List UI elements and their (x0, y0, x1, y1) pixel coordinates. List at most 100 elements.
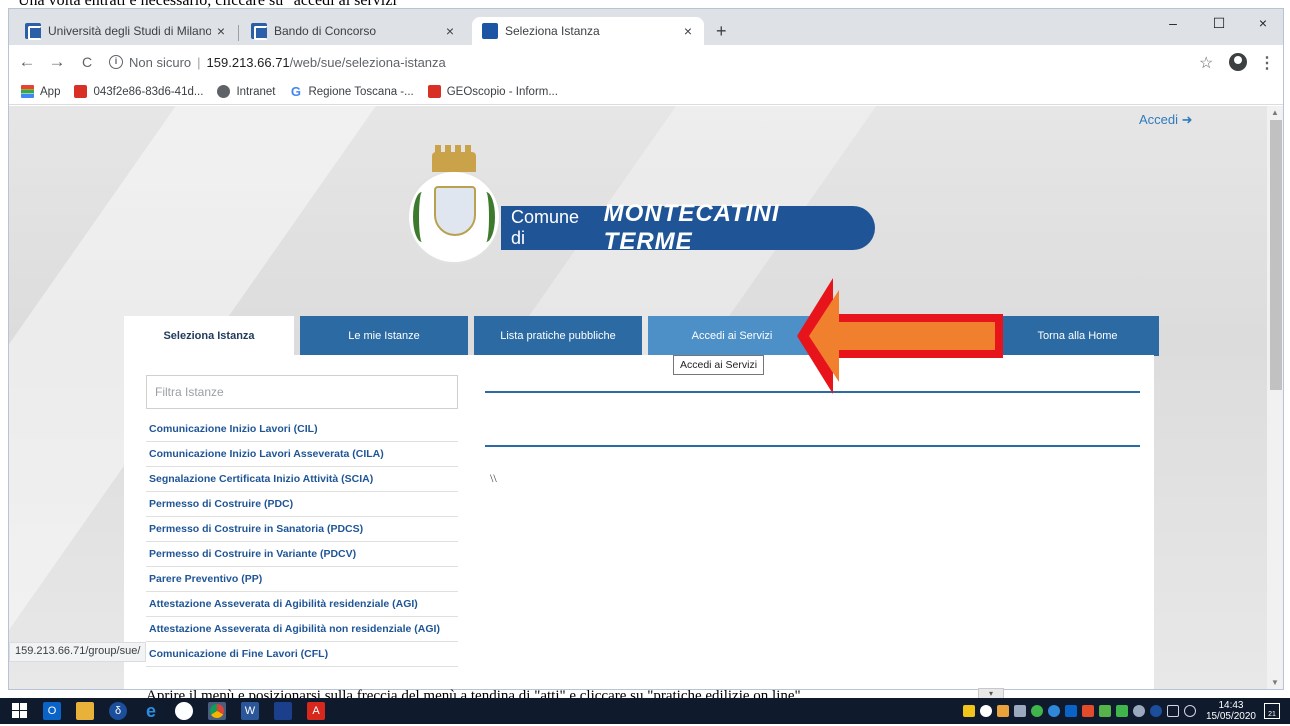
profile-avatar-icon[interactable] (1229, 53, 1247, 71)
bookmark-label: App (40, 85, 61, 98)
notification-count: 21 (1268, 711, 1276, 718)
bookmark-043f2e86[interactable]: 043f2e86-83d6-41d... (74, 85, 203, 98)
network-app-icon[interactable] (175, 702, 193, 720)
tab-unimi[interactable]: Università degli Studi di Milano: c × (15, 17, 237, 45)
minimize-button[interactable]: – (1153, 15, 1193, 31)
tab-separator (238, 25, 239, 41)
system-tray: 14:43 15/05/2020 21 (958, 698, 1290, 724)
list-item[interactable]: Segnalazione Certificata Inizio Attività… (146, 467, 458, 492)
browser-window: Università degli Studi di Milano: c × Ba… (8, 8, 1284, 690)
bookmark-star-icon[interactable]: ☆ (1199, 53, 1213, 73)
close-tab-icon[interactable]: × (678, 23, 698, 39)
close-window-button[interactable]: × (1243, 15, 1283, 31)
address-bar[interactable]: i Non sicuro | 159.213.66.71/web/sue/sel… (109, 50, 1239, 74)
notifications-icon[interactable]: 21 (1264, 703, 1280, 719)
banner-title: MONTECATINI TERME (603, 200, 780, 255)
scrollbar-thumb[interactable] (1270, 120, 1282, 390)
maximize-button[interactable]: ☐ (1199, 15, 1239, 32)
tray-display-icon[interactable] (1166, 705, 1179, 717)
page-content: Accedi ➜ Comune di MONTECATINI TERME Sel… (9, 106, 1267, 689)
apps-icon (21, 85, 34, 98)
globe-icon (217, 85, 231, 98)
bookmark-app[interactable]: App (21, 85, 60, 98)
outlook-icon[interactable]: O (43, 702, 61, 720)
page-scrollbar[interactable]: ▲ ▼ (1267, 106, 1283, 689)
laurel-right-icon (477, 192, 495, 242)
crown-icon (432, 145, 476, 172)
list-item[interactable]: Comunicazione Inizio Lavori Asseverata (… (146, 442, 458, 467)
clock-time: 14:43 (1218, 700, 1244, 711)
tray-volume-icon[interactable] (1183, 705, 1196, 717)
url-host: 159.213.66.71 (206, 54, 290, 70)
municipality-banner: Comune di MONTECATINI TERME (501, 200, 875, 255)
tray-outlook-icon[interactable] (1064, 705, 1077, 717)
list-item[interactable]: Attestazione Asseverata di Agibilità res… (146, 592, 458, 617)
tray-shield-icon[interactable] (979, 705, 992, 717)
tray-pen-icon[interactable] (1013, 705, 1026, 717)
tab-strip: Università degli Studi di Milano: c × Ba… (9, 9, 1283, 45)
list-item[interactable]: Permesso di Costruire in Variante (PDCV) (146, 542, 458, 567)
info-icon[interactable]: i (109, 55, 123, 69)
tab-le-mie-istanze[interactable]: Le mie Istanze (300, 316, 468, 356)
tray-delta-icon[interactable] (1149, 705, 1162, 717)
pdf-reader-icon[interactable]: A (307, 702, 325, 720)
bookmark-intranet[interactable]: Intranet (217, 85, 275, 98)
taskbar-clock[interactable]: 14:43 15/05/2020 (1206, 700, 1256, 722)
tab-torna-alla-home[interactable]: Torna alla Home (996, 316, 1159, 356)
windows-taskbar: O δ e W A 14:43 15/05/2020 21 (0, 698, 1290, 724)
word-icon[interactable]: W (241, 702, 259, 720)
list-item[interactable]: Parere Preventivo (PP) (146, 567, 458, 592)
tc-favicon-icon (251, 23, 268, 40)
chrome-icon[interactable] (208, 702, 226, 720)
google-icon: G (290, 84, 302, 99)
close-tab-icon[interactable]: × (440, 23, 460, 39)
tab-accedi-ai-servizi[interactable]: Accedi ai Servizi (648, 316, 816, 356)
tab-seleziona-istanza-nav[interactable]: Seleziona Istanza (124, 316, 294, 356)
tray-app-icon[interactable] (996, 705, 1009, 717)
bookmark-label: Intranet (236, 85, 276, 98)
scroll-down-icon[interactable]: ▼ (1271, 678, 1279, 687)
document-app-icon[interactable] (274, 702, 292, 720)
internet-explorer-icon[interactable]: e (142, 701, 160, 721)
filter-istanze-input[interactable]: Filtra Istanze (146, 375, 458, 409)
bookmark-label: GEOscopio - Inform... (446, 85, 558, 98)
list-item[interactable]: Comunicazione di Fine Lavori (CFL) (146, 642, 458, 667)
tab-bando[interactable]: Bando di Concorso × (241, 17, 466, 45)
close-tab-icon[interactable]: × (211, 23, 231, 39)
back-button[interactable]: ← (15, 52, 39, 72)
red-favicon-icon (74, 85, 88, 98)
tray-grid-icon[interactable] (1098, 705, 1111, 717)
list-item[interactable]: Permesso di Costruire in Sanatoria (PDCS… (146, 517, 458, 542)
list-item[interactable]: Comunicazione Inizio Lavori (CIL) (146, 417, 458, 442)
bookmarks-bar: App 043f2e86-83d6-41d... Intranet G Regio… (9, 79, 1283, 105)
scroll-up-icon[interactable]: ▲ (1271, 108, 1279, 117)
login-link[interactable]: Accedi ➜ (1139, 112, 1193, 128)
url-path: /web/sue/seleziona-istanza (289, 54, 446, 70)
document-heading-text: Una volta entrati è necessario, cliccare… (0, 0, 1290, 8)
status-bar-url: 159.213.66.71/group/sue/ (9, 642, 147, 662)
list-item[interactable]: Attestazione Asseverata di Agibilità non… (146, 617, 458, 642)
app-icon[interactable]: δ (109, 702, 127, 720)
banner-prefix: Comune di (511, 207, 580, 248)
windows-start-icon[interactable] (12, 703, 28, 719)
coat-of-arms-icon (434, 186, 476, 236)
bookmark-geoscopio[interactable]: GEOscopio - Inform... (427, 85, 558, 98)
new-tab-button[interactable]: + (716, 21, 727, 42)
file-explorer-icon[interactable] (76, 702, 94, 720)
list-item[interactable]: Permesso di Costruire (PDC) (146, 492, 458, 517)
municipality-logo[interactable]: Comune di MONTECATINI TERME (397, 145, 877, 282)
browser-menu-icon[interactable]: ⋮ (1259, 53, 1275, 73)
tab-seleziona-istanza[interactable]: Seleziona Istanza × (472, 17, 704, 45)
tab-lista-pratiche-pubbliche[interactable]: Lista pratiche pubbliche (474, 316, 642, 356)
forward-button[interactable]: → (45, 52, 69, 72)
tab-title: Seleziona Istanza (505, 24, 600, 38)
tray-check-icon[interactable] (1115, 705, 1128, 717)
tray-flag-icon[interactable] (1081, 705, 1094, 717)
tray-sync-icon[interactable] (1030, 705, 1043, 717)
laurel-left-icon (413, 192, 431, 242)
reload-button[interactable]: C (75, 54, 99, 70)
tray-mail-icon[interactable] (962, 705, 975, 717)
tray-user-icon[interactable] (1132, 705, 1145, 717)
tray-network-app-icon[interactable] (1047, 705, 1060, 717)
bookmark-regione-toscana[interactable]: G Regione Toscana -... (289, 84, 414, 99)
